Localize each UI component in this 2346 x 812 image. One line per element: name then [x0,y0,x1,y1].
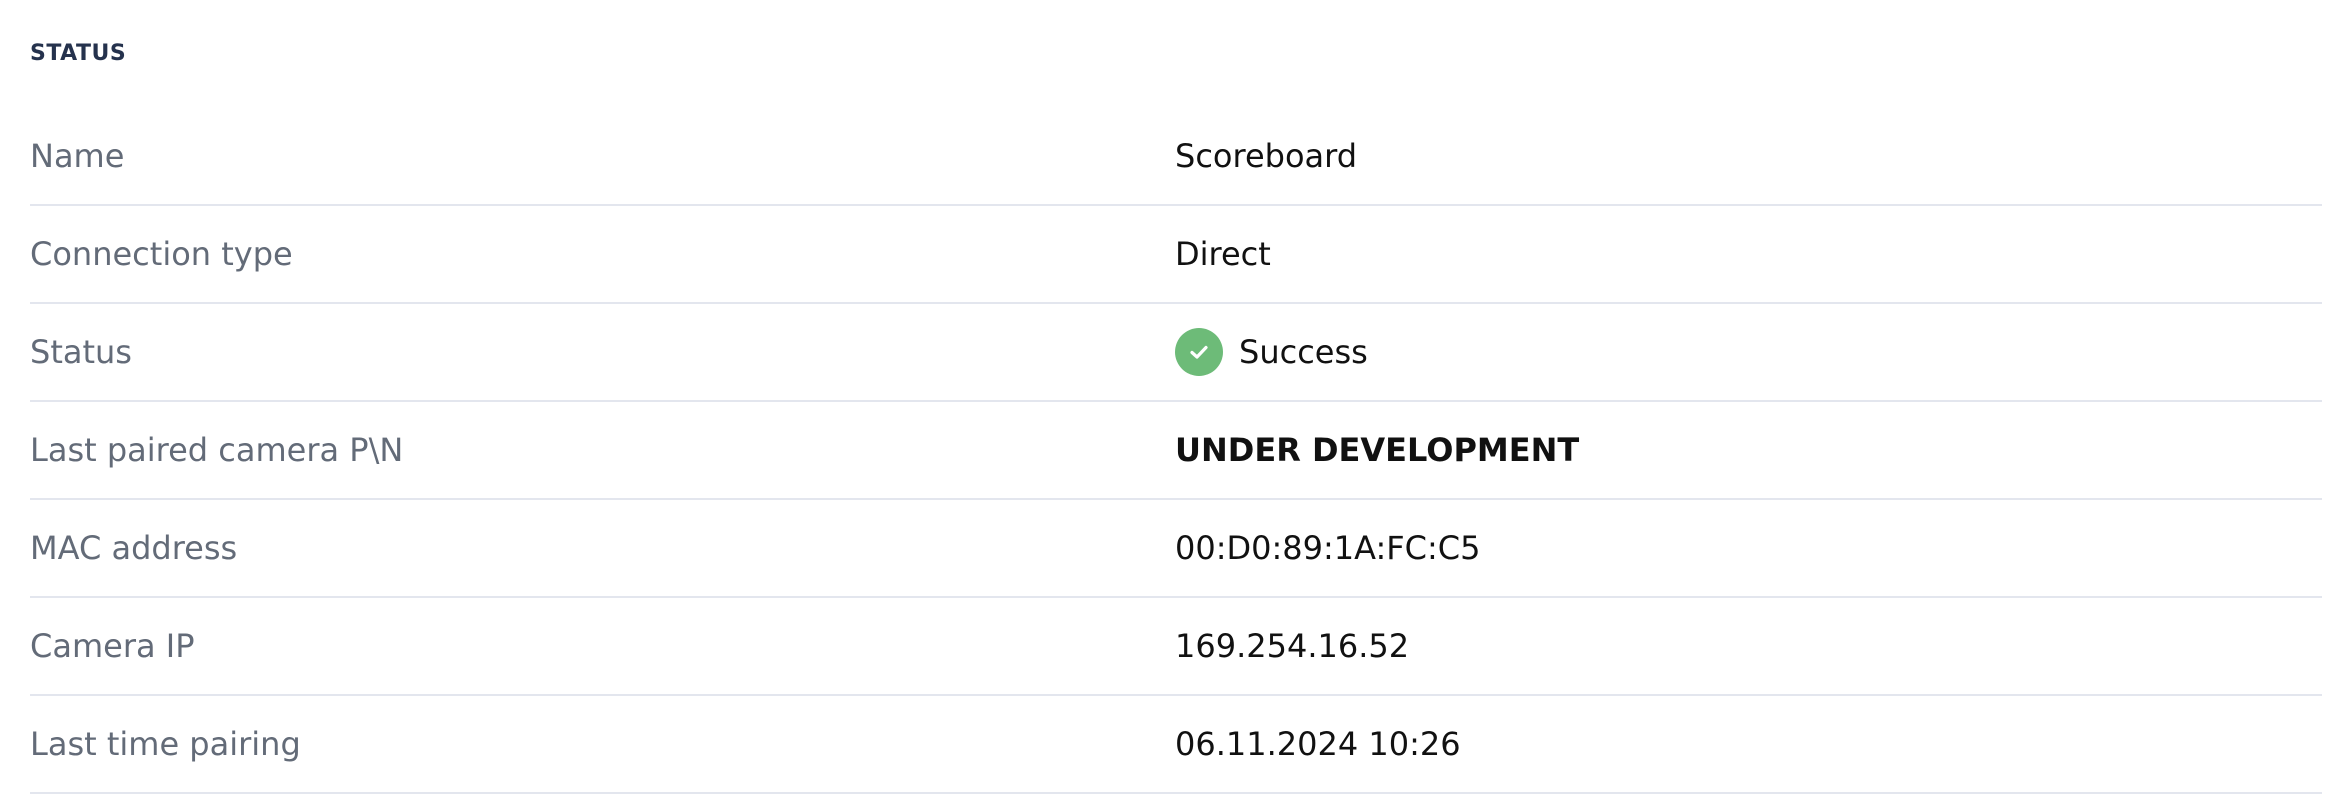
row-connection-type: Connection type Direct [30,206,2322,304]
row-label: Last time pairing [30,725,301,763]
section-title: STATUS [30,41,127,66]
row-label: Status [30,333,132,371]
row-value: UNDER DEVELOPMENT [1175,431,1580,469]
row-name: Name Scoreboard [30,108,2322,206]
row-label: Connection type [30,235,293,273]
row-label: Last paired camera P\N [30,431,404,469]
row-value: 06.11.2024 10:26 [1175,725,1461,763]
status-text: Success [1239,333,1368,371]
row-label: Name [30,137,125,175]
row-value: 00:D0:89:1A:FC:C5 [1175,529,1481,567]
row-mac-address: MAC address 00:D0:89:1A:FC:C5 [30,500,2322,598]
row-value: 169.254.16.52 [1175,627,1410,665]
row-status: Status Success [30,304,2322,402]
status-panel: STATUS Name Scoreboard Connection type D… [30,0,2322,794]
row-value: Direct [1175,235,1271,273]
row-value: Scoreboard [1175,137,1358,175]
row-last-time-pairing: Last time pairing 06.11.2024 10:26 [30,696,2322,794]
row-camera-ip: Camera IP 169.254.16.52 [30,598,2322,696]
row-last-paired-camera: Last paired camera P\N UNDER DEVELOPMENT [30,402,2322,500]
row-label: MAC address [30,529,238,567]
check-circle-icon [1175,328,1223,376]
row-label: Camera IP [30,627,195,665]
status-value: Success [1175,328,1368,376]
